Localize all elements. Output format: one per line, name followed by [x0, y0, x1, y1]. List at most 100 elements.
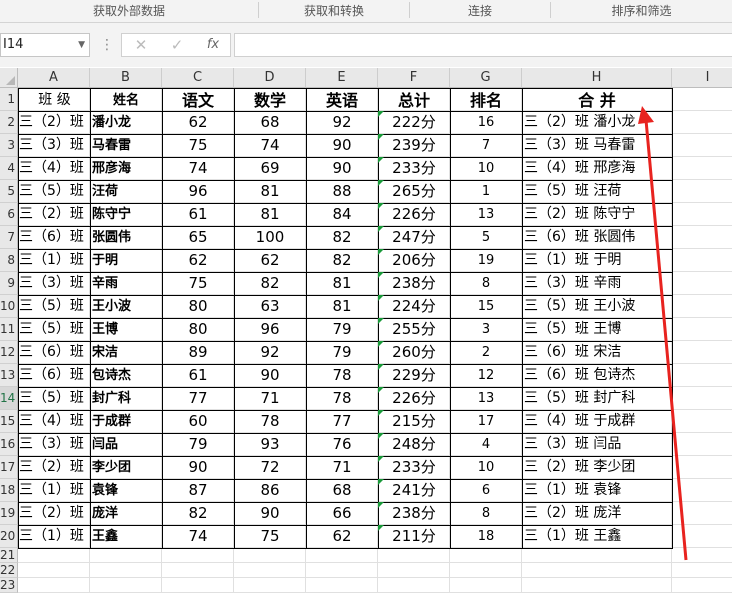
student-name-cell[interactable]: 汪荷	[90, 180, 163, 204]
english-cell[interactable]: 84	[306, 203, 379, 227]
rank-cell[interactable]: 2	[450, 341, 523, 365]
math-cell[interactable]: 62	[234, 249, 307, 273]
chinese-cell[interactable]: 62	[162, 249, 235, 273]
row-header-13[interactable]: 13	[0, 364, 18, 387]
empty-cell[interactable]	[672, 318, 732, 341]
chinese-cell[interactable]: 87	[162, 479, 235, 503]
row-header-9[interactable]: 9	[0, 272, 18, 295]
student-name-cell[interactable]: 辛雨	[90, 272, 163, 296]
english-cell[interactable]: 88	[306, 180, 379, 204]
empty-cell[interactable]	[234, 563, 306, 578]
merged-cell[interactable]: 三（6）班 宋洁	[522, 341, 673, 365]
math-cell[interactable]: 81	[234, 203, 307, 227]
student-name-cell[interactable]: 闫品	[90, 433, 163, 457]
empty-cell[interactable]	[306, 563, 378, 578]
total-cell[interactable]: 229分	[378, 364, 451, 388]
empty-cell[interactable]	[18, 548, 90, 563]
more-dots-icon[interactable]: ⋮	[100, 33, 114, 57]
math-cell[interactable]: 100	[234, 226, 307, 250]
empty-cell[interactable]	[672, 410, 732, 433]
empty-cell[interactable]	[672, 157, 732, 180]
class-cell[interactable]: 三（4）班	[18, 157, 91, 181]
english-cell[interactable]: 71	[306, 456, 379, 480]
student-name-cell[interactable]: 于明	[90, 249, 163, 273]
row-header-6[interactable]: 6	[0, 203, 18, 226]
total-cell[interactable]: 241分	[378, 479, 451, 503]
merged-cell[interactable]: 三（5）班 汪荷	[522, 180, 673, 204]
column-header-c[interactable]: C	[162, 68, 234, 88]
class-cell[interactable]: 三（2）班	[18, 502, 91, 526]
student-name-cell[interactable]: 宋洁	[90, 341, 163, 365]
chinese-cell[interactable]: 82	[162, 502, 235, 526]
row-header-4[interactable]: 4	[0, 157, 18, 180]
class-cell[interactable]: 三（1）班	[18, 525, 91, 549]
math-cell[interactable]: 93	[234, 433, 307, 457]
class-cell[interactable]: 三（1）班	[18, 249, 91, 273]
row-header-22[interactable]: 22	[0, 563, 18, 578]
merged-cell[interactable]: 三（2）班 潘小龙	[522, 111, 673, 135]
merged-cell[interactable]: 三（1）班 袁锋	[522, 479, 673, 503]
class-cell[interactable]: 三（3）班	[18, 433, 91, 457]
chinese-cell[interactable]: 61	[162, 203, 235, 227]
class-cell[interactable]: 三（5）班	[18, 180, 91, 204]
class-cell[interactable]: 三（5）班	[18, 295, 91, 319]
math-cell[interactable]: 74	[234, 134, 307, 158]
total-cell[interactable]: 215分	[378, 410, 451, 434]
rank-cell[interactable]: 7	[450, 134, 523, 158]
cancel-icon[interactable]: ✕	[126, 34, 156, 56]
merged-cell[interactable]: 三（4）班 邢彦海	[522, 157, 673, 181]
header-cell-rank[interactable]: 排名	[450, 88, 523, 112]
row-header-2[interactable]: 2	[0, 111, 18, 134]
english-cell[interactable]: 82	[306, 249, 379, 273]
rank-cell[interactable]: 19	[450, 249, 523, 273]
english-cell[interactable]: 82	[306, 226, 379, 250]
student-name-cell[interactable]: 张圆伟	[90, 226, 163, 250]
empty-cell[interactable]	[522, 578, 672, 593]
empty-cell[interactable]	[18, 578, 90, 593]
chinese-cell[interactable]: 60	[162, 410, 235, 434]
chinese-cell[interactable]: 96	[162, 180, 235, 204]
empty-cell[interactable]	[672, 180, 732, 203]
column-header-b[interactable]: B	[90, 68, 162, 88]
rank-cell[interactable]: 13	[450, 203, 523, 227]
class-cell[interactable]: 三（3）班	[18, 272, 91, 296]
row-header-3[interactable]: 3	[0, 134, 18, 157]
column-header-e[interactable]: E	[306, 68, 378, 88]
english-cell[interactable]: 62	[306, 525, 379, 549]
empty-cell[interactable]	[672, 387, 732, 410]
header-cell-math[interactable]: 数学	[234, 88, 307, 112]
empty-cell[interactable]	[234, 548, 306, 563]
math-cell[interactable]: 81	[234, 180, 307, 204]
row-header-10[interactable]: 10	[0, 295, 18, 318]
math-cell[interactable]: 72	[234, 456, 307, 480]
rank-cell[interactable]: 8	[450, 272, 523, 296]
student-name-cell[interactable]: 王小波	[90, 295, 163, 319]
chinese-cell[interactable]: 75	[162, 272, 235, 296]
english-cell[interactable]: 78	[306, 364, 379, 388]
class-cell[interactable]: 三（2）班	[18, 111, 91, 135]
column-header-i[interactable]: I	[672, 68, 732, 88]
class-cell[interactable]: 三（5）班	[18, 387, 91, 411]
header-cell-english[interactable]: 英语	[306, 88, 379, 112]
math-cell[interactable]: 82	[234, 272, 307, 296]
class-cell[interactable]: 三（2）班	[18, 203, 91, 227]
merged-cell[interactable]: 三（2）班 庞洋	[522, 502, 673, 526]
select-all-button[interactable]	[0, 68, 18, 88]
empty-cell[interactable]	[672, 548, 732, 563]
header-cell-class[interactable]: 班 级	[18, 88, 91, 112]
enter-icon[interactable]: ✓	[162, 34, 192, 56]
english-cell[interactable]: 66	[306, 502, 379, 526]
rank-cell[interactable]: 1	[450, 180, 523, 204]
english-cell[interactable]: 79	[306, 341, 379, 365]
row-header-15[interactable]: 15	[0, 410, 18, 433]
empty-cell[interactable]	[162, 548, 234, 563]
chinese-cell[interactable]: 80	[162, 318, 235, 342]
empty-cell[interactable]	[672, 525, 732, 548]
merged-cell[interactable]: 三（2）班 李少团	[522, 456, 673, 480]
chevron-down-icon[interactable]: ▼	[78, 34, 85, 56]
total-cell[interactable]: 233分	[378, 157, 451, 181]
header-cell-merged[interactable]: 合 并	[522, 88, 673, 112]
row-header-11[interactable]: 11	[0, 318, 18, 341]
rank-cell[interactable]: 8	[450, 502, 523, 526]
rank-cell[interactable]: 6	[450, 479, 523, 503]
